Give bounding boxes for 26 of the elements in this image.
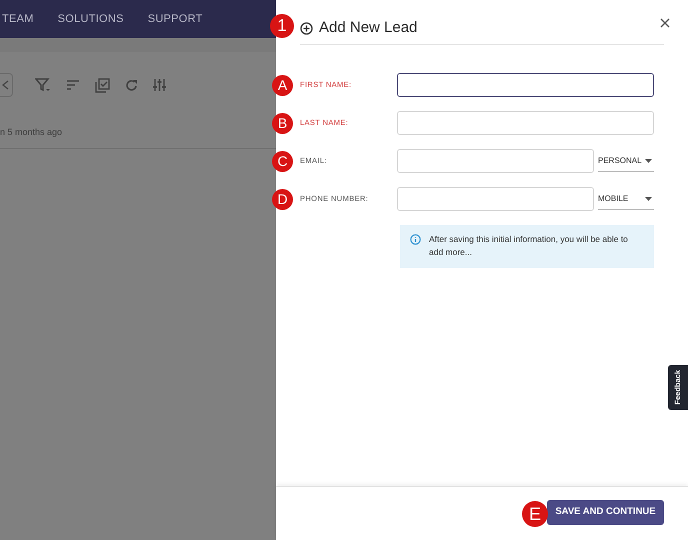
timestamp-text: n 5 months ago bbox=[0, 126, 62, 140]
annotation-marker: E bbox=[522, 501, 548, 527]
caret-icon bbox=[645, 196, 652, 200]
panel-title: Add New Lead bbox=[319, 18, 418, 38]
nav-link[interactable]: SUPPORT bbox=[148, 10, 203, 28]
settings-sliders-icon[interactable] bbox=[153, 78, 166, 92]
clear-button[interactable] bbox=[0, 73, 13, 97]
text-input-field[interactable] bbox=[397, 73, 654, 97]
type-dropdown[interactable]: MOBILE bbox=[598, 188, 654, 210]
nav-link[interactable]: TEAM bbox=[2, 10, 34, 28]
annotation-marker: C bbox=[272, 151, 293, 172]
annotation-marker: A bbox=[272, 75, 293, 96]
info-text: After saving this initial information, you will be able to add more... bbox=[429, 233, 629, 259]
sort-icon[interactable] bbox=[66, 79, 80, 91]
filter-icon[interactable] bbox=[35, 77, 51, 93]
annotation-marker: D bbox=[272, 189, 293, 210]
select-all-icon[interactable] bbox=[95, 78, 110, 92]
nav-link[interactable]: SOLUTIONS bbox=[58, 10, 124, 28]
refresh-icon[interactable] bbox=[125, 78, 138, 92]
type-dropdown[interactable]: PERSONAL bbox=[598, 150, 654, 172]
annotation-marker: 1 bbox=[270, 14, 294, 38]
save-and-continue-button[interactable]: SAVE AND CONTINUE bbox=[547, 500, 664, 524]
caret-icon bbox=[645, 158, 652, 162]
info-icon bbox=[410, 234, 421, 245]
annotation-marker: B bbox=[272, 113, 293, 134]
add-circle-icon bbox=[300, 22, 313, 34]
